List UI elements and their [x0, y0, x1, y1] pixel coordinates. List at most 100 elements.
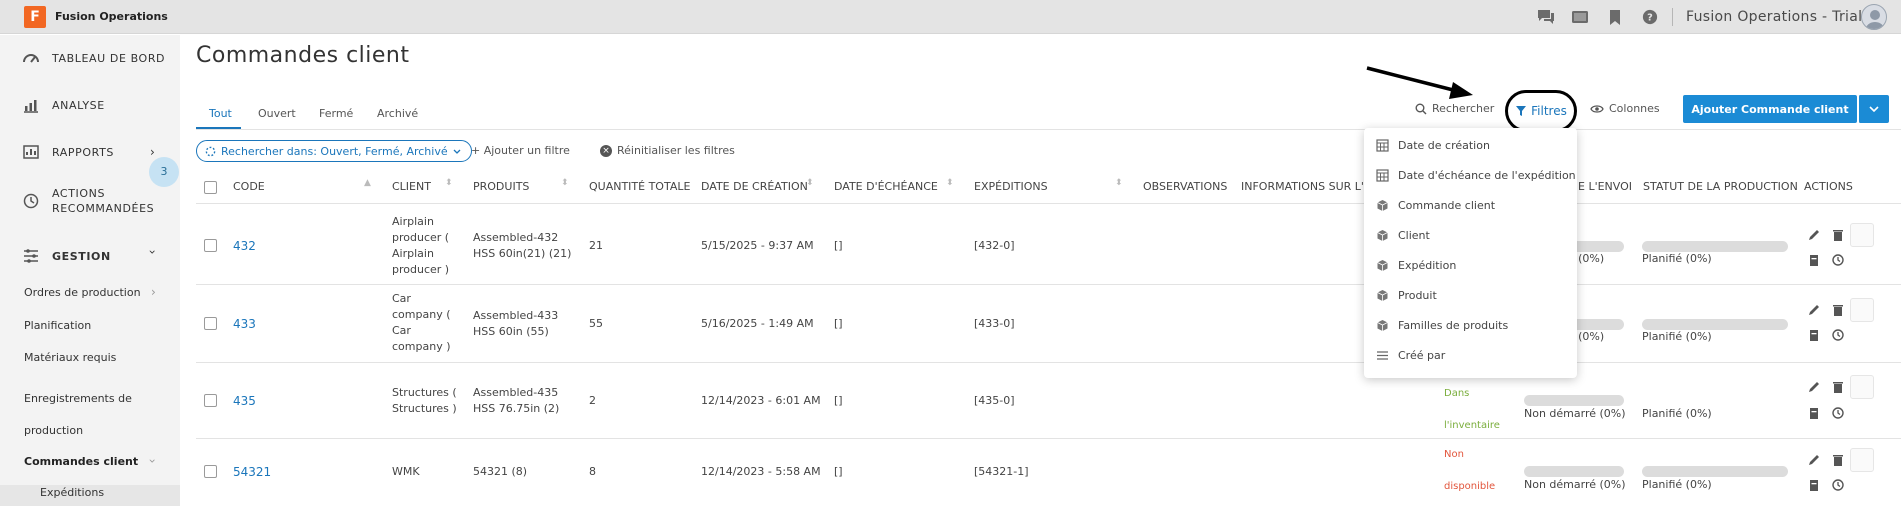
- production-progress-bar: [1642, 466, 1788, 477]
- more-actions-button[interactable]: [1850, 375, 1874, 399]
- add-options-button[interactable]: [1858, 95, 1889, 123]
- sidebar-item-recommended-actions[interactable]: ACTIONS RECOMMANDÉES: [22, 186, 154, 216]
- close-icon: ×: [600, 144, 612, 157]
- edit-icon[interactable]: [1807, 453, 1821, 467]
- due-date-cell: []: [834, 317, 843, 330]
- account-name[interactable]: Fusion Operations - Trial: [1686, 9, 1862, 25]
- column-header-creation-date[interactable]: DATE DE CRÉATION: [701, 180, 808, 193]
- sidebar-item-shipments[interactable]: Expéditions: [40, 486, 104, 499]
- history-icon[interactable]: [1831, 406, 1845, 420]
- history-icon[interactable]: [1831, 253, 1845, 267]
- search-scope-chip[interactable]: Rechercher dans: Ouvert, Fermé, Archivé: [196, 140, 472, 162]
- sidebar-item-management[interactable]: GESTION: [22, 247, 111, 265]
- more-actions-button[interactable]: [1850, 448, 1874, 472]
- video-icon[interactable]: [1571, 9, 1589, 25]
- column-header-products[interactable]: PRODUITS: [473, 180, 529, 193]
- delete-icon[interactable]: [1831, 380, 1845, 394]
- delete-icon[interactable]: [1831, 228, 1845, 242]
- sidebar-item-required-materials[interactable]: Matériaux requis: [24, 351, 116, 364]
- tab-all[interactable]: Tout: [209, 107, 232, 120]
- sort-icon[interactable]: ⬍: [445, 178, 453, 188]
- archive-icon[interactable]: [1807, 478, 1821, 492]
- row-checkbox[interactable]: [204, 394, 217, 407]
- sliders-icon: [24, 249, 38, 263]
- chevron-down-icon[interactable]: ›: [145, 250, 159, 255]
- sidebar-item-analysis[interactable]: ANALYSE: [22, 96, 105, 114]
- sort-icon[interactable]: ⬍: [561, 178, 569, 188]
- avatar[interactable]: [1861, 4, 1887, 30]
- sidebar-item-dashboard[interactable]: TABLEAU DE BORD: [22, 49, 165, 67]
- sidebar-item-production-orders[interactable]: Ordres de production: [24, 286, 141, 299]
- filter-option-created-by[interactable]: Créé par: [1376, 349, 1445, 362]
- filter-option-shipment-due-date[interactable]: Date d'échéance de l'expédition: [1376, 169, 1576, 182]
- quantity-cell: 21: [589, 239, 603, 252]
- chevron-right-icon[interactable]: ›: [150, 145, 155, 159]
- filter-option-product[interactable]: Produit: [1376, 289, 1437, 302]
- row-checkbox[interactable]: [204, 317, 217, 330]
- column-header-due-date[interactable]: DATE D'ÉCHÉANCE: [834, 180, 938, 193]
- box-icon: [1377, 260, 1388, 271]
- archive-icon[interactable]: [1807, 328, 1821, 342]
- sidebar-item-sales-orders[interactable]: Commandes client: [24, 455, 138, 468]
- help-icon[interactable]: ?: [1641, 9, 1659, 25]
- bookmark-icon[interactable]: [1606, 9, 1624, 25]
- archive-icon[interactable]: [1807, 406, 1821, 420]
- more-actions-button[interactable]: [1850, 298, 1874, 322]
- product-text: HSS 76.75in (2): [473, 402, 560, 415]
- reset-filters-button[interactable]: × Réinitialiser les filtres: [600, 144, 735, 157]
- filters-button[interactable]: Filtres: [1505, 90, 1577, 132]
- column-header-code[interactable]: CODE: [233, 180, 265, 193]
- filter-option-shipment[interactable]: Expédition: [1376, 259, 1456, 272]
- chevron-down-icon[interactable]: ›: [145, 459, 159, 464]
- row-checkbox[interactable]: [204, 465, 217, 478]
- edit-icon[interactable]: [1807, 380, 1821, 394]
- tab-closed[interactable]: Fermé: [319, 107, 353, 120]
- sidebar-item-planning[interactable]: Planification: [24, 319, 91, 332]
- add-sales-order-button[interactable]: Ajouter Commande client: [1683, 95, 1857, 123]
- more-actions-button[interactable]: [1850, 223, 1874, 247]
- filter-option-client[interactable]: Client: [1376, 229, 1430, 242]
- history-icon[interactable]: [1831, 478, 1845, 492]
- sort-icon[interactable]: ⬍: [946, 178, 954, 188]
- chat-icon[interactable]: [1537, 9, 1555, 25]
- edit-icon[interactable]: [1807, 303, 1821, 317]
- edit-icon[interactable]: [1807, 228, 1821, 242]
- sidebar-item-production-records[interactable]: Enregistrements de production: [24, 383, 164, 447]
- add-filter-button[interactable]: + Ajouter un filtre: [471, 144, 570, 157]
- row-checkbox[interactable]: [204, 239, 217, 252]
- delete-icon[interactable]: [1831, 453, 1845, 467]
- order-code-link[interactable]: 432: [233, 238, 256, 254]
- archive-icon[interactable]: [1807, 253, 1821, 267]
- column-header-shipping-status[interactable]: E L'ENVOI: [1578, 180, 1632, 193]
- sidebar-item-reports[interactable]: RAPPORTS: [22, 143, 114, 161]
- client-text: Structures (: [392, 386, 457, 399]
- column-header-observations[interactable]: OBSERVATIONS: [1143, 180, 1227, 193]
- select-all-checkbox[interactable]: [204, 181, 217, 194]
- filter-option-creation-date[interactable]: Date de création: [1376, 139, 1490, 152]
- column-header-client[interactable]: CLIENT: [392, 180, 431, 193]
- order-code-link[interactable]: 433: [233, 316, 256, 332]
- order-code-link[interactable]: 435: [233, 393, 256, 409]
- columns-label: Colonnes: [1609, 102, 1660, 115]
- column-header-shipments[interactable]: EXPÉDITIONS: [974, 180, 1048, 193]
- column-header-total-quantity[interactable]: QUANTITÉ TOTALE: [589, 180, 690, 193]
- filter-icon: [1516, 106, 1527, 116]
- order-code-link[interactable]: 54321: [233, 464, 271, 480]
- column-header-shipping-info[interactable]: INFORMATIONS SUR L'E: [1241, 180, 1371, 193]
- client-text: Airplain: [392, 247, 434, 260]
- sort-icon[interactable]: ⬍: [806, 178, 814, 188]
- sort-icon[interactable]: ⬍: [1115, 178, 1123, 188]
- app-logo[interactable]: F: [24, 6, 46, 28]
- history-icon[interactable]: [1831, 328, 1845, 342]
- products-cell: Assembled-435 HSS 76.75in (2): [473, 385, 559, 417]
- tab-open[interactable]: Ouvert: [258, 107, 296, 120]
- chevron-right-icon[interactable]: ›: [151, 285, 156, 299]
- shipments-cell: [435-0]: [974, 394, 1015, 407]
- filter-option-sales-order[interactable]: Commande client: [1376, 199, 1495, 212]
- delete-icon[interactable]: [1831, 303, 1845, 317]
- column-header-production-status[interactable]: STATUT DE LA PRODUCTION: [1643, 180, 1798, 193]
- tab-archived[interactable]: Archivé: [377, 107, 418, 120]
- columns-button[interactable]: Colonnes: [1590, 102, 1660, 115]
- sort-icon[interactable]: ▲: [364, 178, 371, 188]
- filter-option-product-families[interactable]: Familles de produits: [1376, 319, 1508, 332]
